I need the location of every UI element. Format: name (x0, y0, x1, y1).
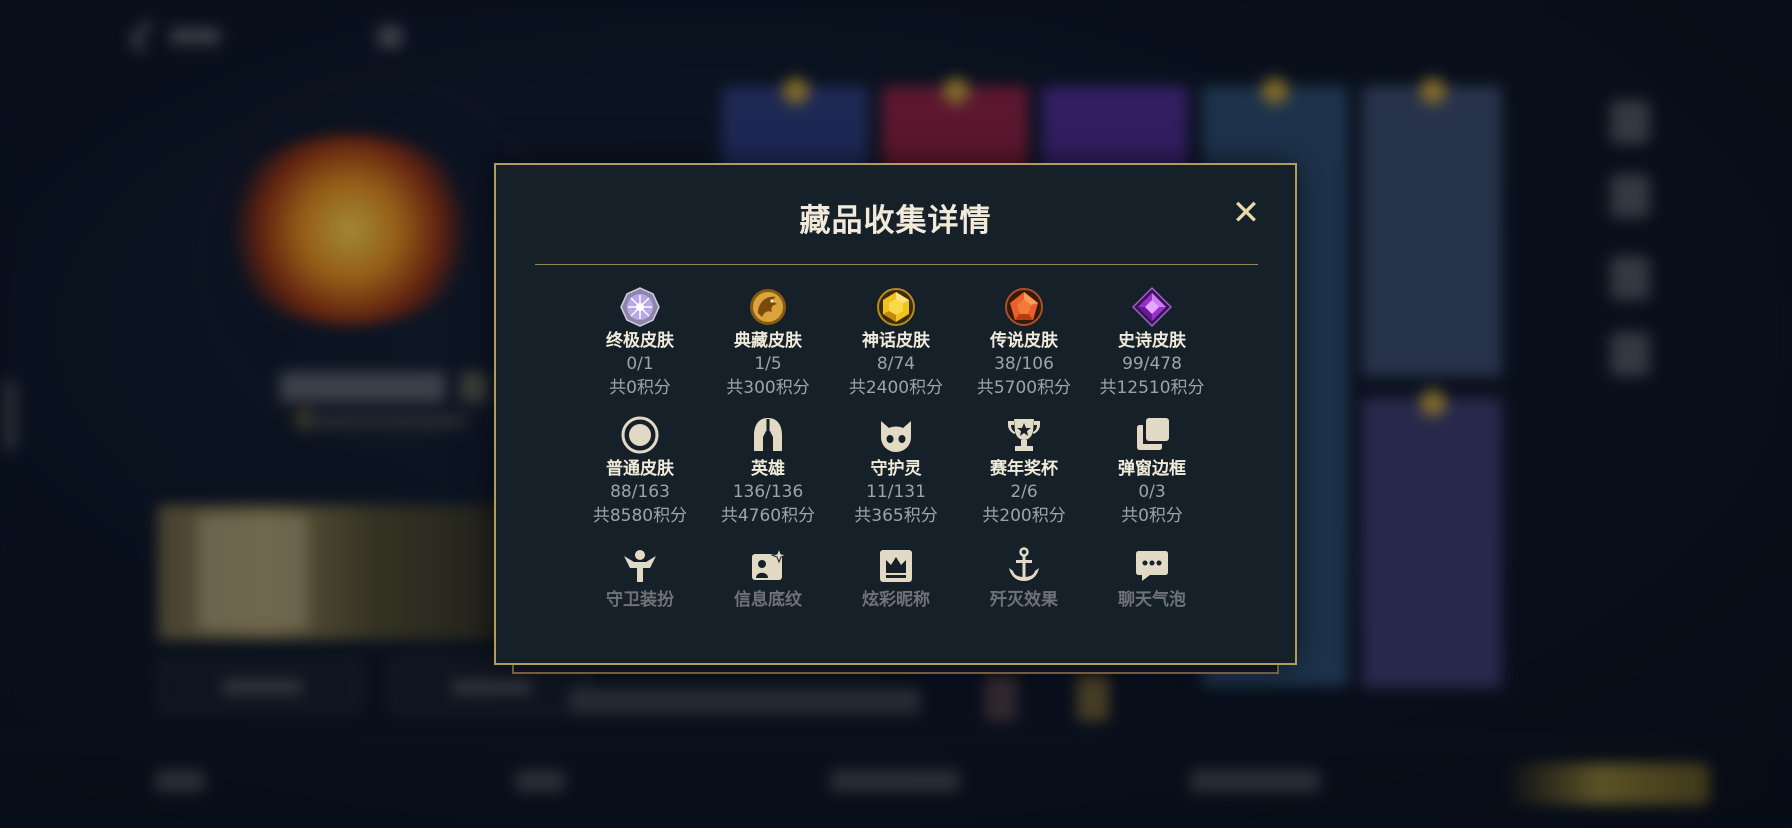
item-label: 炫彩昵称 (862, 590, 930, 610)
item-count: 136/136 (732, 482, 804, 502)
popup-frame-icon (1132, 415, 1172, 455)
item-count: 0/1 (626, 354, 654, 374)
item-points: 共200积分 (982, 506, 1066, 526)
item-label: 史诗皮肤 (1118, 331, 1186, 351)
item-label: 赛年奖杯 (990, 459, 1058, 479)
collection-item-nickname[interactable]: 炫彩昵称 (834, 546, 958, 611)
collection-item-guardian[interactable]: 守护灵 11/131 共365积分 (834, 415, 958, 528)
item-label: 聊天气泡 (1118, 590, 1186, 610)
collection-item-normal[interactable]: 普通皮肤 88/163 共8580积分 (578, 415, 702, 528)
ward-skin-icon (620, 546, 660, 586)
collection-item-info-background[interactable]: 信息底纹 (706, 546, 830, 611)
item-label: 歼灭效果 (990, 590, 1058, 610)
item-count: 8/74 (876, 354, 916, 374)
collection-item-epic[interactable]: 史诗皮肤 99/478 共12510积分 (1090, 286, 1214, 400)
info-background-icon (748, 546, 788, 586)
item-count: 0/3 (1138, 482, 1166, 502)
normal-skin-circle-icon (620, 415, 660, 455)
item-count: 38/106 (994, 354, 1054, 374)
epic-gem-icon (1131, 286, 1173, 328)
item-count: 88/163 (610, 482, 670, 502)
kill-effect-anchor-icon (1004, 546, 1044, 586)
colorful-nickname-icon (876, 546, 916, 586)
item-label: 信息底纹 (734, 590, 802, 610)
item-label: 英雄 (751, 459, 785, 479)
item-points: 共0积分 (609, 378, 671, 398)
collection-item-legendary[interactable]: 传说皮肤 38/106 共5700积分 (962, 287, 1086, 400)
guardian-spirit-icon (876, 415, 916, 455)
collection-item-mythic[interactable]: 神话皮肤 8/74 共2400积分 (834, 287, 958, 400)
item-points: 共4760积分 (720, 506, 816, 526)
item-points: 共12510积分 (1099, 378, 1205, 398)
collection-item-ultimate[interactable]: 终极皮肤 0/1 共0积分 (578, 287, 702, 400)
item-points: 共300积分 (726, 378, 810, 398)
collection-details-modal: 藏品收集详情 ✕ 终极皮肤 0/1 共0积分 典藏皮肤 1/5 共300积分 神… (494, 163, 1297, 665)
item-points: 共2400积分 (848, 378, 944, 398)
collection-item-kill-effect[interactable]: 歼灭效果 (962, 546, 1086, 611)
item-count: 11/131 (866, 482, 926, 502)
chat-bubble-icon (1132, 546, 1172, 586)
collector-dragon-icon (748, 287, 788, 327)
ultimate-skin-gem-icon (620, 287, 660, 327)
item-label: 传说皮肤 (990, 331, 1058, 351)
collection-item-popup-frame[interactable]: 弹窗边框 0/3 共0积分 (1090, 415, 1214, 528)
trophy-icon (1004, 415, 1044, 455)
mythic-gem-icon (876, 287, 916, 327)
collection-item-collector[interactable]: 典藏皮肤 1/5 共300积分 (706, 287, 830, 400)
hero-helmet-icon (748, 415, 788, 455)
item-label: 普通皮肤 (606, 459, 674, 479)
item-points: 共365积分 (854, 506, 938, 526)
item-count: 2/6 (1010, 482, 1038, 502)
legendary-gem-icon (1004, 287, 1044, 327)
item-label: 神话皮肤 (862, 331, 930, 351)
item-label: 典藏皮肤 (734, 331, 802, 351)
item-label: 守卫装扮 (606, 590, 674, 610)
item-label: 守护灵 (870, 459, 922, 479)
item-count: 99/478 (1122, 354, 1182, 374)
item-label: 弹窗边框 (1118, 459, 1186, 479)
item-points: 共0积分 (1121, 506, 1183, 526)
scroll-fade (496, 615, 1295, 663)
item-points: 共8580积分 (592, 506, 688, 526)
item-points: 共5700积分 (976, 378, 1072, 398)
collection-item-trophy[interactable]: 赛年奖杯 2/6 共200积分 (962, 415, 1086, 528)
modal-bottom-edge (512, 664, 1279, 674)
item-label: 终极皮肤 (606, 331, 674, 351)
collection-grid: 终极皮肤 0/1 共0积分 典藏皮肤 1/5 共300积分 神话皮肤 8/74 … (496, 165, 1295, 663)
item-count: 1/5 (754, 354, 782, 374)
collection-item-hero[interactable]: 英雄 136/136 共4760积分 (706, 415, 830, 528)
collection-item-chat-bubble[interactable]: 聊天气泡 (1090, 546, 1214, 611)
collection-item-ward[interactable]: 守卫装扮 (578, 546, 702, 611)
